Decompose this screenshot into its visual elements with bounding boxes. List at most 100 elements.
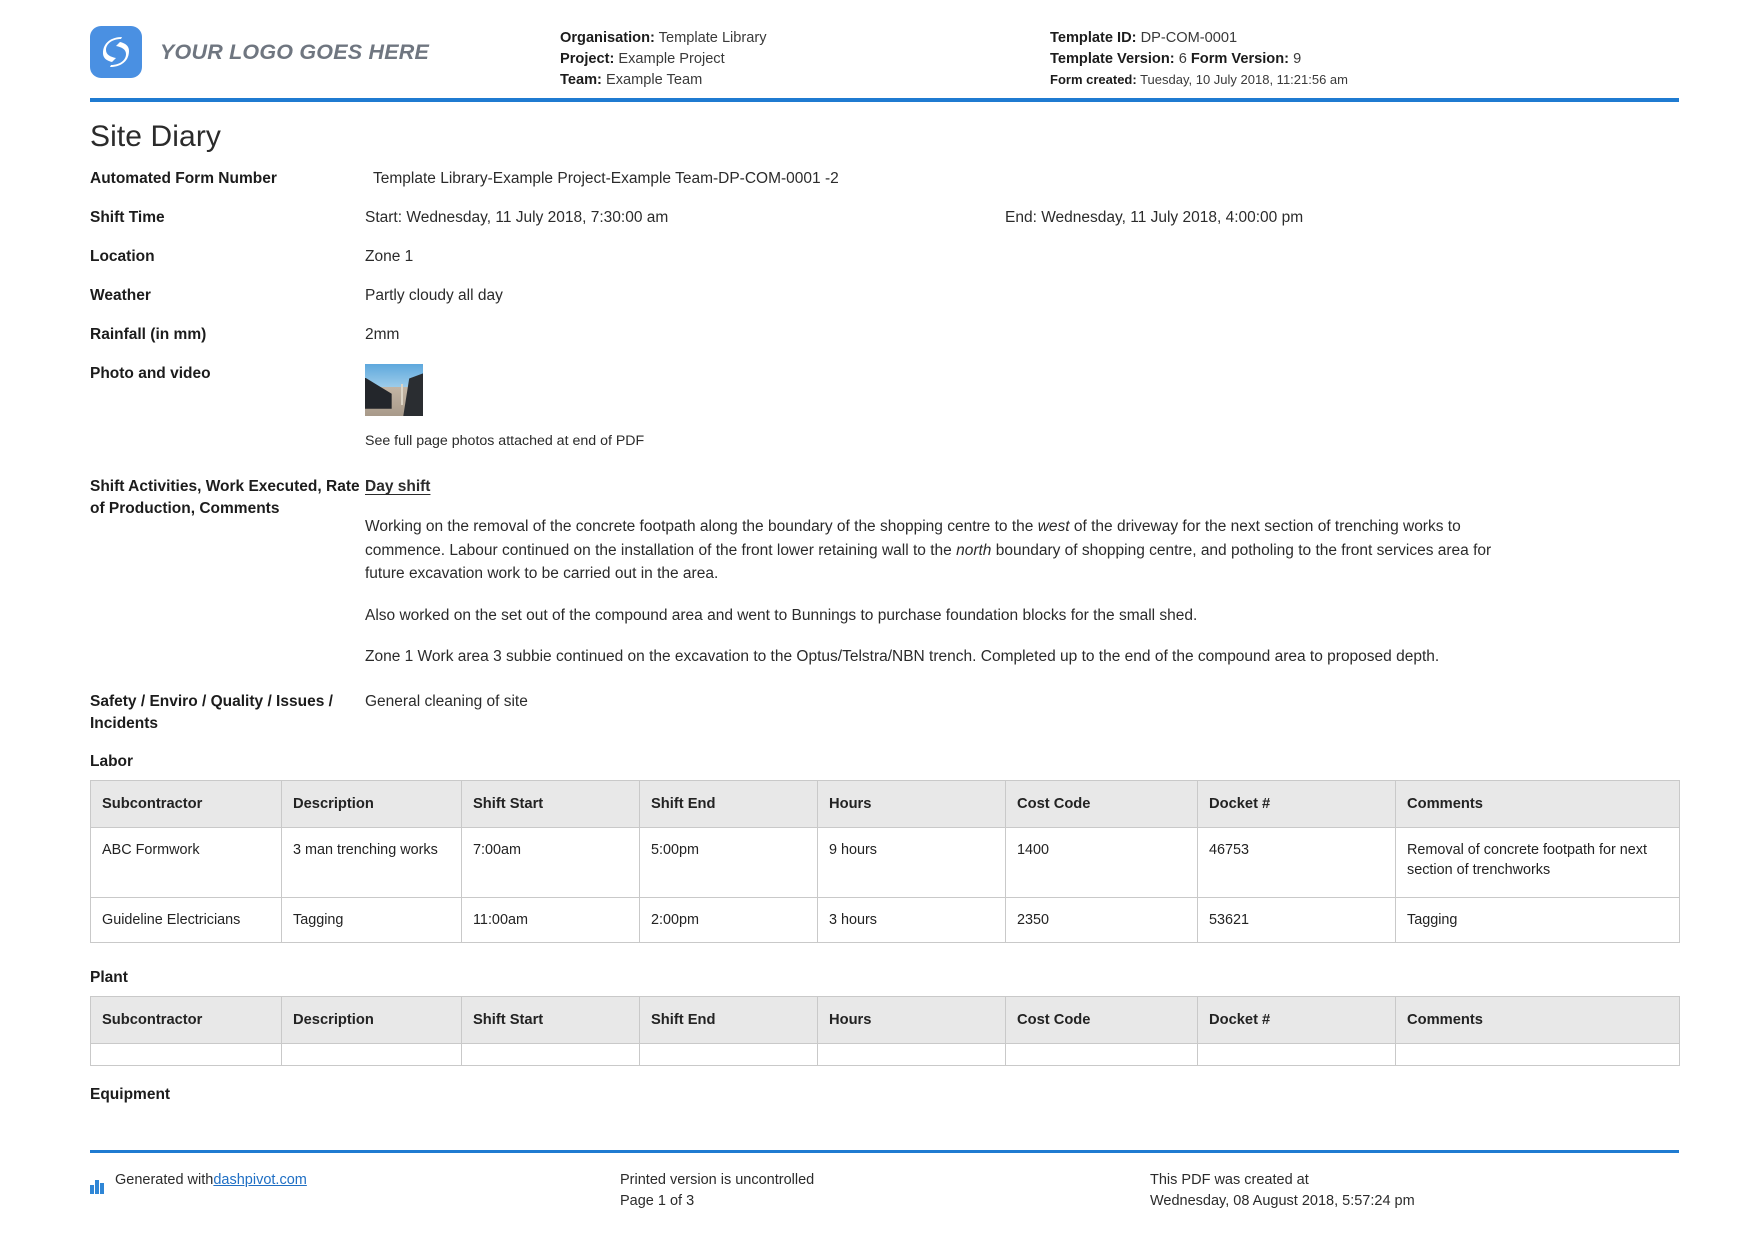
labor-table-header-row: Subcontractor Description Shift Start Sh…	[90, 779, 1680, 828]
cell-hours: 9 hours	[817, 826, 1006, 898]
team-row: Team: Example Team	[560, 70, 1050, 91]
template-version-value: 6	[1178, 50, 1187, 67]
activities-p1-em1: west	[1037, 518, 1070, 535]
form-number-label: Automated Form Number	[90, 170, 277, 187]
cell-subcontractor: ABC Formwork	[90, 826, 282, 898]
plant-table: Subcontractor Description Shift Start Sh…	[90, 995, 1680, 1066]
footer-generated-prefix: Generated with	[115, 1172, 214, 1188]
rainfall-value: 2mm	[365, 326, 400, 343]
column-header-comments: Comments	[1395, 779, 1680, 828]
labor-section-title: Labor	[90, 752, 134, 770]
template-id-label: Template ID:	[1050, 30, 1137, 46]
project-value: Example Project	[618, 50, 725, 67]
footer-uncontrolled-text: Printed version is uncontrolled	[620, 1172, 815, 1188]
field-row-photo: Photo and video See full page photos att…	[90, 363, 1679, 452]
activities-subheading: Day shift	[365, 478, 431, 495]
activities-paragraph-3: Zone 1 Work area 3 subbie continued on t…	[365, 648, 1440, 665]
cell-cost-code	[1005, 1042, 1198, 1066]
column-header-shift-start: Shift Start	[461, 779, 640, 828]
column-header-docket: Docket #	[1197, 995, 1396, 1044]
project-label: Project:	[560, 50, 615, 67]
cell-subcontractor	[90, 1042, 282, 1066]
shift-time-value: Start: Wednesday, 11 July 2018, 7:30:00 …	[365, 207, 1679, 229]
cell-shift-start	[461, 1042, 640, 1066]
shift-end-value: End: Wednesday, 11 July 2018, 4:00:00 pm	[1005, 209, 1304, 226]
photo-thumbnail[interactable]	[365, 364, 423, 416]
plant-section-title: Plant	[90, 968, 128, 986]
table-row: Guideline Electricians Tagging 11:00am 2…	[90, 896, 1680, 943]
footer-created-label: This PDF was created at	[1150, 1172, 1309, 1188]
cell-shift-start: 7:00am	[461, 826, 640, 898]
dashpivot-bars-icon	[90, 1173, 106, 1194]
equipment-section-title: Equipment	[90, 1085, 171, 1103]
cell-subcontractor: Guideline Electricians	[90, 896, 282, 943]
team-value: Example Team	[605, 71, 703, 88]
field-row-safety: Safety / Enviro / Quality / Issues / Inc…	[90, 691, 1679, 735]
footer-divider	[90, 1149, 1679, 1153]
column-header-subcontractor: Subcontractor	[90, 779, 282, 828]
form-created-label: Form created:	[1050, 71, 1137, 87]
cell-docket	[1197, 1042, 1396, 1066]
rainfall-label: Rainfall (in mm)	[90, 326, 207, 343]
photo-value: See full page photos attached at end of …	[365, 363, 1679, 452]
form-created-row: Form created: Tuesday, 10 July 2018, 11:…	[1050, 70, 1348, 91]
document-header: YOUR LOGO GOES HERE Organisation: Templa…	[0, 0, 1754, 92]
form-created-value: Tuesday, 10 July 2018, 11:21:56 am	[1140, 71, 1348, 87]
column-header-docket: Docket #	[1197, 779, 1396, 828]
column-header-comments: Comments	[1395, 995, 1680, 1044]
field-row-form-number: Automated Form Number Template Library-E…	[90, 168, 1679, 190]
shift-time-label: Shift Time	[90, 209, 165, 226]
cell-docket: 46753	[1197, 826, 1396, 898]
column-header-subcontractor: Subcontractor	[90, 995, 282, 1044]
photo-label: Photo and video	[90, 365, 211, 382]
field-row-rainfall: Rainfall (in mm) 2mm	[90, 324, 1679, 346]
labor-table: Subcontractor Description Shift Start Sh…	[90, 779, 1680, 943]
cell-shift-start: 11:00am	[461, 896, 640, 943]
form-version-label: Form Version:	[1190, 50, 1289, 67]
table-row	[90, 1042, 1680, 1066]
field-row-location: Location Zone 1	[90, 246, 1679, 268]
footer-created-value: Wednesday, 08 August 2018, 5:57:24 pm	[1150, 1193, 1415, 1209]
column-header-hours: Hours	[817, 995, 1006, 1044]
organisation-value: Template Library	[658, 30, 767, 46]
cell-shift-end: 2:00pm	[639, 896, 818, 943]
column-header-cost-code: Cost Code	[1005, 779, 1198, 828]
logo-text: YOUR LOGO GOES HERE	[160, 39, 430, 64]
safety-label: Safety / Enviro / Quality / Issues / Inc…	[90, 692, 333, 732]
cell-hours: 3 hours	[817, 896, 1006, 943]
field-row-shift-time: Shift Time Start: Wednesday, 11 July 201…	[90, 207, 1679, 229]
fields-section: Automated Form Number Template Library-E…	[0, 168, 1754, 735]
template-id-row: Template ID: DP-COM-0001	[1050, 28, 1348, 49]
project-row: Project: Example Project	[560, 49, 1050, 70]
weather-value: Partly cloudy all day	[365, 287, 503, 304]
cell-description: 3 man trenching works	[281, 826, 462, 898]
spacer-labor-plant	[0, 943, 1754, 969]
template-version-row: Template Version: 6 Form Version: 9	[1050, 49, 1348, 70]
form-version-value: 9	[1293, 50, 1302, 67]
dashpivot-logo-icon	[90, 26, 142, 78]
document-page: YOUR LOGO GOES HERE Organisation: Templa…	[0, 0, 1754, 1240]
footer-print-status: Printed version is uncontrolled Page 1 o…	[620, 1170, 1150, 1212]
column-header-cost-code: Cost Code	[1005, 995, 1198, 1044]
cell-hours	[817, 1042, 1006, 1066]
cell-shift-end: 5:00pm	[639, 826, 818, 898]
column-header-hours: Hours	[817, 779, 1006, 828]
organisation-row: Organisation: Template Library	[560, 28, 1050, 49]
activities-p1-em2: north	[956, 541, 992, 559]
cell-comments	[1395, 1042, 1680, 1066]
safety-value: General cleaning of site	[365, 692, 528, 710]
location-label: Location	[90, 248, 155, 265]
footer-generated-with: Generated with dashpivot.com	[90, 1170, 620, 1194]
location-value: Zone 1	[365, 248, 414, 265]
column-header-description: Description	[281, 995, 462, 1044]
spacer-plant-equipment	[0, 1066, 1754, 1086]
header-meta-right: Template ID: DP-COM-0001 Template Versio…	[1050, 18, 1348, 90]
cell-description: Tagging	[281, 896, 462, 943]
field-row-weather: Weather Partly cloudy all day	[90, 285, 1679, 307]
logo-block: YOUR LOGO GOES HERE	[90, 18, 560, 78]
activities-paragraph-2: Also worked on the set out of the compou…	[365, 606, 1198, 624]
footer-created-at: This PDF was created at Wednesday, 08 Au…	[1150, 1170, 1679, 1212]
team-label: Team:	[560, 71, 602, 88]
dashpivot-link[interactable]: dashpivot.com	[213, 1170, 307, 1191]
cell-description	[281, 1042, 462, 1066]
